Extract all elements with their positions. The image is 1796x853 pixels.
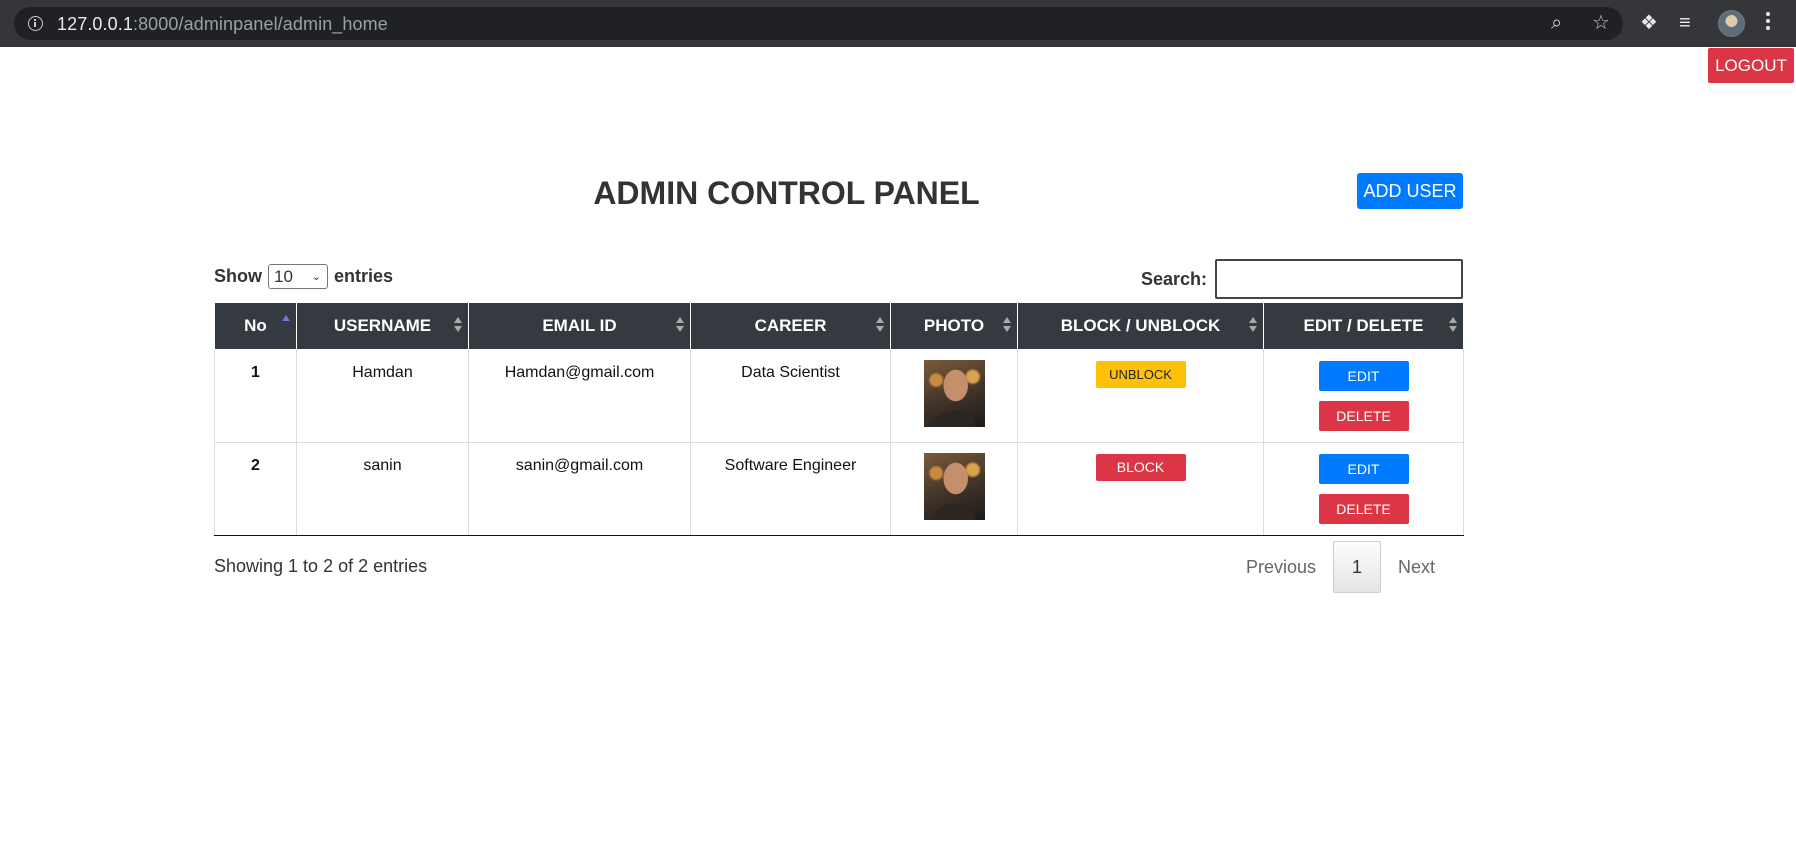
profile-avatar[interactable] [1718, 10, 1745, 37]
address-bar[interactable]: 127.0.0.1:8000/adminpanel/admin_home ⌕ ☆ [14, 7, 1623, 40]
cell-username: sanin [296, 441, 469, 536]
sort-icon [876, 317, 884, 335]
site-info-icon[interactable] [28, 16, 43, 31]
entries-select[interactable]: 10 ⌄ [268, 264, 328, 289]
delete-button[interactable]: DELETE [1318, 400, 1409, 431]
edit-button[interactable]: EDIT [1318, 360, 1409, 391]
table-row: 1 Hamdan Hamdan@gmail.com Data Scientist… [214, 348, 1464, 443]
cell-username: Hamdan [296, 348, 469, 443]
cell-actions: EDIT DELETE [1263, 348, 1464, 443]
chevron-down-icon: ⌄ [311, 271, 321, 283]
show-label: Show [214, 266, 262, 286]
cell-actions: EDIT DELETE [1263, 441, 1464, 536]
column-header-username[interactable]: USERNAME [296, 303, 469, 350]
column-header-no[interactable]: No [214, 303, 297, 350]
browser-toolbar: 127.0.0.1:8000/adminpanel/admin_home ⌕ ☆… [0, 0, 1796, 47]
column-header-block[interactable]: BLOCK / UNBLOCK [1017, 303, 1264, 350]
pagination: Previous 1 Next [1229, 541, 1452, 593]
zoom-icon[interactable]: ⌕ [1551, 13, 1562, 33]
cell-career: Software Engineer [690, 441, 891, 536]
page-1-button[interactable]: 1 [1333, 541, 1382, 593]
cell-no: 2 [214, 441, 297, 536]
bookmark-star-icon[interactable]: ☆ [1592, 13, 1610, 33]
search-control: Search: [1141, 259, 1464, 299]
cell-career: Data Scientist [690, 348, 891, 443]
column-header-email[interactable]: EMAIL ID [468, 303, 691, 350]
entries-select-value: 10 [274, 266, 293, 286]
sort-icon [1449, 317, 1457, 335]
column-header-label: PHOTO [923, 315, 985, 335]
cell-no: 1 [214, 348, 297, 443]
reading-list-icon[interactable]: ≡ [1679, 11, 1691, 35]
url-host: 127.0.0.1 [57, 14, 133, 34]
logout-button[interactable]: LOGOUT [1708, 48, 1794, 83]
cell-block: UNBLOCK [1017, 348, 1264, 443]
column-header-photo[interactable]: PHOTO [890, 303, 1018, 350]
search-input[interactable] [1215, 259, 1464, 299]
url-path: :8000/adminpanel/admin_home [132, 14, 388, 34]
previous-page-link[interactable]: Previous [1229, 541, 1333, 593]
sort-icon [1003, 317, 1011, 335]
cell-photo [890, 441, 1018, 536]
delete-button[interactable]: DELETE [1318, 493, 1409, 524]
entries-length-control: Show 10 ⌄ entries [214, 264, 393, 289]
users-table: No USERNAME EMAIL ID CAREER PHOTO BLOCK … [214, 303, 1464, 536]
column-header-label: CAREER [754, 315, 827, 335]
cell-photo [890, 348, 1018, 443]
sort-icon [676, 317, 684, 335]
column-header-career[interactable]: CAREER [690, 303, 891, 350]
table-info: Showing 1 to 2 of 2 entries [214, 556, 428, 576]
search-label: Search: [1141, 268, 1208, 289]
url-text[interactable]: 127.0.0.1:8000/adminpanel/admin_home [57, 14, 388, 35]
sort-ascending-icon [282, 315, 290, 333]
cell-email: Hamdan@gmail.com [468, 348, 691, 443]
table-row: 2 sanin sanin@gmail.com Software Enginee… [214, 441, 1464, 536]
column-header-edit[interactable]: EDIT / DELETE [1263, 303, 1464, 350]
entries-label: entries [334, 266, 394, 286]
user-photo [923, 359, 985, 427]
sort-icon [454, 317, 462, 335]
next-page-link[interactable]: Next [1381, 541, 1452, 593]
column-header-label: EMAIL ID [542, 315, 617, 335]
cell-email: sanin@gmail.com [468, 441, 691, 536]
sort-icon [1249, 317, 1257, 335]
edit-button[interactable]: EDIT [1318, 453, 1409, 484]
column-header-label: No [244, 315, 267, 335]
column-header-label: EDIT / DELETE [1303, 315, 1424, 335]
column-header-label: USERNAME [333, 315, 432, 335]
column-header-label: BLOCK / UNBLOCK [1060, 315, 1221, 335]
extensions-icon[interactable]: ❖ [1640, 11, 1658, 35]
browser-menu-icon[interactable] [1766, 12, 1770, 33]
add-user-button[interactable]: ADD USER [1357, 173, 1463, 209]
cell-block: BLOCK [1017, 441, 1264, 536]
table-header-row: No USERNAME EMAIL ID CAREER PHOTO BLOCK … [214, 303, 1464, 350]
page-title: ADMIN CONTROL PANEL [593, 175, 980, 211]
unblock-button[interactable]: UNBLOCK [1095, 360, 1186, 388]
block-button[interactable]: BLOCK [1095, 453, 1186, 481]
user-photo [923, 452, 985, 520]
